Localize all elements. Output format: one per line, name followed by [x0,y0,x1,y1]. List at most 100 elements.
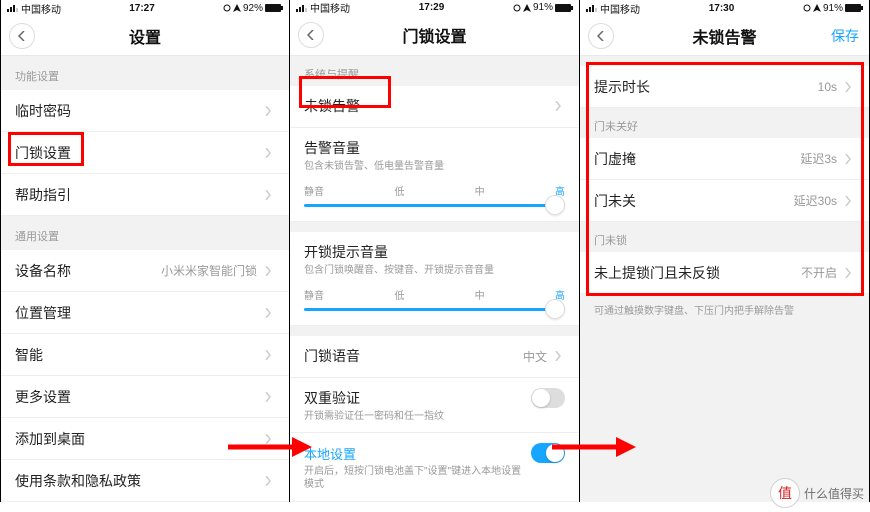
row-label: 门锁设置 [15,143,261,163]
row-label: 帮助指引 [15,185,261,205]
chevron-left-icon [597,31,605,41]
nav-bar: 门锁设置 [290,16,579,56]
row-duration[interactable]: 提示时长 10s [580,66,869,108]
alarm-volume-slider[interactable] [304,204,565,207]
alarm-volume-title: 告警音量 [304,138,565,158]
row-label: 提示时长 [594,77,818,97]
row-label: 设备名称 [15,261,161,281]
chevron-right-icon [551,101,565,111]
chevron-left-icon [307,30,315,40]
alarm-icon [513,4,521,12]
chevron-right-icon [261,106,275,116]
signal-icon [586,4,598,12]
section-functional: 功能设置 [1,56,289,90]
back-button[interactable] [298,22,324,48]
alarm-icon [803,4,811,12]
status-time: 17:27 [129,3,155,14]
dual-auth-toggle[interactable] [531,388,565,408]
row-door-ajar[interactable]: 门虚掩 延迟3s [580,138,869,180]
row-lock-settings[interactable]: 门锁设置 [1,132,289,174]
row-temp-password[interactable]: 临时密码 [1,90,289,132]
page-title: 设置 [1,24,289,48]
chevron-right-icon [261,392,275,402]
battery-icon [555,4,573,12]
row-value: 延迟3s [800,150,837,167]
location-icon [813,4,821,12]
back-button[interactable] [588,23,614,49]
row-door-not-closed[interactable]: 门未关 延迟30s [580,180,869,222]
unlock-tip-desc: 包含门锁唤醒音、按键音、开锁提示音音量 [304,264,565,277]
local-settings-desc: 开启后，短按门锁电池盖下"设置"键进入本地设置模式 [304,465,565,491]
slider-thumb[interactable] [545,299,565,319]
battery-icon [845,4,863,12]
row-label: 本地设置 [304,444,531,463]
row-label: 添加到桌面 [15,429,261,449]
row-label: 双重验证 [304,388,531,408]
row-local-settings: 本地设置 开启后，短按门锁电池盖下"设置"键进入本地设置模式 [290,433,579,502]
nav-bar: 未锁告警 保存 [580,16,869,56]
slider-label-mute: 静音 [304,183,324,198]
row-value: 延迟30s [794,192,837,209]
save-button[interactable]: 保存 [831,26,859,46]
signal-icon [296,4,308,12]
watermark-text: 什么值得买 [804,485,864,502]
chevron-right-icon [261,434,275,444]
nav-bar: 设置 [1,16,289,56]
slider-thumb[interactable] [545,195,565,215]
row-smart[interactable]: 智能 [1,334,289,376]
row-label: 临时密码 [15,101,261,121]
section-general: 通用设置 [1,216,289,250]
status-bar: 中国移动 17:27 92% [1,0,289,16]
watermark: 值 什么值得买 [770,478,864,508]
slider-label-mid: 中 [475,183,485,198]
local-settings-toggle[interactable] [531,443,565,463]
chevron-right-icon [261,476,275,486]
chevron-right-icon [841,268,855,278]
screen-settings: 中国移动 17:27 92% 设置 功能设置 临时密码 门锁设置 [0,0,290,502]
chevron-right-icon [841,196,855,206]
row-lock-language[interactable]: 门锁语音 中文 [290,336,579,378]
signal-icon [7,4,19,12]
battery-percent: 91% [533,2,553,13]
row-label: 使用条款和隐私政策 [15,471,261,491]
unlock-tip-slider[interactable] [304,308,565,311]
alarm-note: 可通过触摸数字键盘、下压门内把手解除告警 [580,294,869,325]
row-value: 10s [818,80,837,94]
status-bar: 中国移动 17:29 91% [290,0,579,16]
page-title: 未锁告警 [580,24,869,48]
battery-icon [265,4,283,12]
row-label: 位置管理 [15,303,261,323]
chevron-right-icon [261,308,275,318]
alarm-volume-block: 告警音量 包含未锁告警、低电量告警音量 静音 低 中 高 [290,128,579,222]
section-system: 系统与提醒 [290,56,579,86]
unlock-tip-volume-block: 开锁提示音量 包含门锁唤醒音、按键音、开锁提示音音量 静音 低 中 高 [290,232,579,326]
chevron-right-icon [261,148,275,158]
row-value: 小米米家智能门锁 [161,262,257,279]
chevron-right-icon [551,351,565,361]
row-label: 门锁语音 [304,346,523,366]
row-add-home[interactable]: 添加到桌面 [1,418,289,460]
row-device-name[interactable]: 设备名称 小米米家智能门锁 [1,250,289,292]
row-unlock-alarm[interactable]: 未锁告警 [290,86,579,128]
unlock-tip-title: 开锁提示音量 [304,242,565,262]
row-location[interactable]: 位置管理 [1,292,289,334]
row-help[interactable]: 帮助指引 [1,174,289,216]
row-terms[interactable]: 使用条款和隐私政策 [1,460,289,502]
location-icon [233,4,241,12]
chevron-right-icon [261,350,275,360]
row-more[interactable]: 更多设置 [1,376,289,418]
status-bar: 中国移动 17:30 91% [580,0,869,16]
row-not-lifted-locked[interactable]: 未上提锁门且未反锁 不开启 [580,252,869,294]
row-label: 更多设置 [15,387,261,407]
slider-label-mid: 中 [475,287,485,302]
carrier-label: 中国移动 [21,1,61,16]
chevron-right-icon [261,190,275,200]
chevron-right-icon [261,266,275,276]
page-title: 门锁设置 [290,23,579,47]
status-time: 17:30 [709,3,735,14]
alarm-volume-desc: 包含未锁告警、低电量告警音量 [304,160,565,173]
back-button[interactable] [9,23,35,49]
chevron-right-icon [841,154,855,164]
row-value: 中文 [523,348,547,365]
dual-auth-desc: 开锁需验证任一密码和任一指纹 [304,410,565,423]
